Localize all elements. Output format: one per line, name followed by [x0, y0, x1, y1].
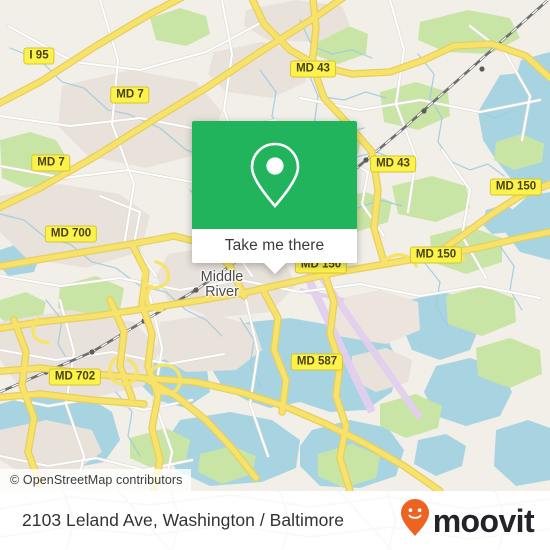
- osm-attribution[interactable]: © OpenStreetMap contributors: [0, 469, 191, 491]
- shield-md-587: MD 587: [290, 353, 344, 371]
- place-label-line-2: River: [205, 284, 239, 300]
- location-popup-card[interactable]: Take me there: [192, 121, 357, 274]
- shield-md-7-b: MD 7: [31, 154, 71, 172]
- footer-bar: 2103 Leland Ave, Washington / Baltimore …: [0, 491, 550, 550]
- location-address: 2103 Leland Ave, Washington / Baltimore: [22, 510, 345, 530]
- map-place-label-middle-river: Middle River: [201, 270, 244, 300]
- shield-md-43-a: MD 43: [290, 60, 336, 78]
- place-label-line-1: Middle: [200, 269, 244, 285]
- shield-md-7-a: MD 7: [110, 86, 150, 104]
- popup-header: [192, 121, 357, 229]
- shield-md-150-a: MD 150: [489, 178, 543, 196]
- popup-tail: [263, 263, 286, 274]
- take-me-there-label: Take me there: [224, 237, 325, 254]
- moovit-smiley-pin-icon: [400, 498, 430, 543]
- moovit-logo[interactable]: moovit: [400, 491, 535, 550]
- moovit-map-screen: .w { fill:#a8d4e2; } .g { fill:#c9e5a5; …: [0, 0, 550, 550]
- shield-i-95: I 95: [23, 47, 55, 65]
- shield-md-43-b: MD 43: [370, 155, 416, 173]
- map-pin-icon: [246, 140, 304, 210]
- shield-md-702: MD 702: [48, 368, 102, 386]
- map-canvas[interactable]: .w { fill:#a8d4e2; } .g { fill:#c9e5a5; …: [0, 0, 550, 491]
- take-me-there-button[interactable]: Take me there: [192, 229, 357, 263]
- shield-md-150-b: MD 150: [409, 246, 463, 264]
- moovit-wordmark: moovit: [432, 502, 535, 539]
- shield-md-700: MD 700: [44, 225, 98, 243]
